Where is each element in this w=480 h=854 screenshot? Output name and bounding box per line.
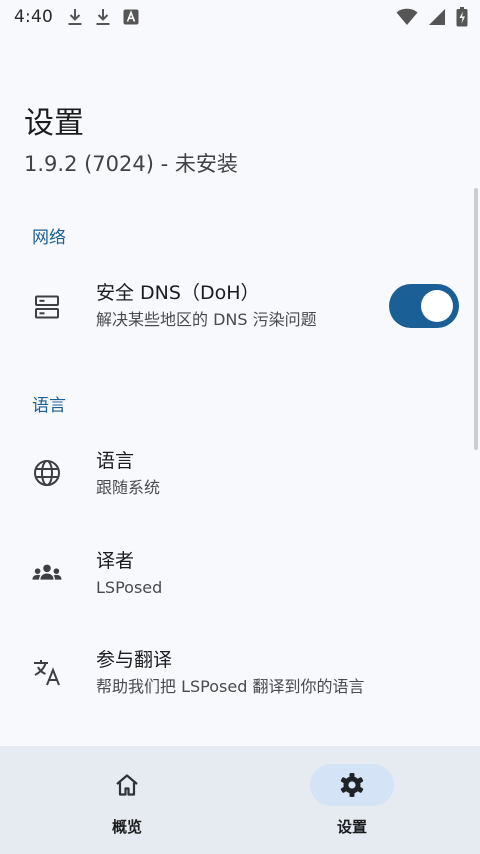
pref-title: 译者 [96,550,135,572]
translate-icon [32,657,62,687]
nav-label: 概览 [111,818,142,836]
battery-charging-icon [456,7,468,27]
section-header-network: 网络 [32,228,66,248]
nav-label: 设置 [336,818,367,836]
wifi-icon [396,8,418,26]
gear-icon [340,773,364,797]
globe-icon [32,458,62,488]
version-status: 1.9.2 (7024) - 未安装 [24,152,238,176]
pref-summary: 解决某些地区的 DNS 污染问题 [96,310,317,329]
pref-contribute-translation-text: 参与翻译 帮助我们把 LSPosed 翻译到你的语言 [96,647,364,698]
nav-indicator [85,764,169,806]
nav-item-overview[interactable]: 概览 [7,746,247,854]
settings-screen: 4:40 设置 1.9.2 (7024) - 未安装 网络 安全 DNS（DoH… [0,0,480,854]
bottom-navigation: 概览 设置 [0,746,480,854]
pref-summary: LSPosed [96,578,163,597]
signal-icon [429,9,445,25]
nav-indicator-active [310,764,394,806]
font-icon [123,9,139,25]
dns-server-icon [32,292,62,322]
page-title: 设置 [24,106,84,141]
pref-summary: 帮助我们把 LSPosed 翻译到你的语言 [96,677,365,696]
pref-summary: 跟随系统 [96,478,161,497]
pref-language[interactable]: 语言 跟随系统 [0,440,480,510]
pref-contribute-translation[interactable]: 参与翻译 帮助我们把 LSPosed 翻译到你的语言 [0,639,480,709]
section-header-language: 语言 [32,396,66,416]
nav-item-settings[interactable]: 设置 [232,746,472,854]
pref-language-text: 语言 跟随系统 [96,448,160,499]
toggle-thumb [421,290,453,322]
status-bar-left: 4:40 [14,7,139,27]
pref-title: 安全 DNS（DoH） [96,282,260,304]
status-time: 4:40 [14,7,53,27]
notification-icons [67,8,139,26]
status-bar: 4:40 [0,0,480,34]
home-icon [116,774,138,796]
pref-translators[interactable]: 译者 LSPosed [0,540,480,610]
pref-title: 语言 [96,450,135,472]
secure-dns-toggle[interactable] [389,284,459,328]
pref-title: 参与翻译 [96,649,173,671]
download-icon [96,9,110,25]
group-icon [32,558,62,588]
status-bar-right [396,7,468,27]
pref-translators-text: 译者 LSPosed [96,548,162,599]
download-icon [68,9,82,25]
pref-secure-dns-text: 安全 DNS（DoH） 解决某些地区的 DNS 污染问题 [96,280,317,331]
